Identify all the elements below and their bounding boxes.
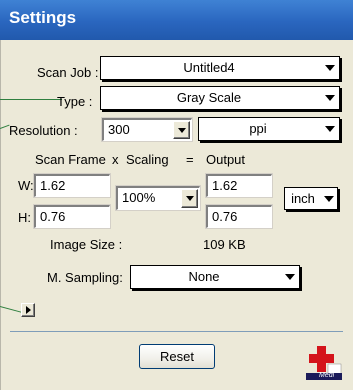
- resolution-unit-value: ppi: [249, 121, 267, 136]
- output-width-value: 1.62: [212, 178, 238, 193]
- frame-width-value: 1.62: [40, 178, 66, 193]
- scan-frame-header: Scan Frame: [35, 152, 106, 167]
- resolution-label: Resolution :: [9, 123, 78, 138]
- resolution-combo[interactable]: 300: [101, 117, 193, 142]
- resolution-value: 300: [108, 122, 130, 137]
- chevron-down-icon: [324, 196, 334, 202]
- times-sign: x: [112, 152, 119, 167]
- output-height-value: 0.76: [212, 209, 238, 224]
- image-size-value: 109 KB: [203, 237, 246, 252]
- output-width-input[interactable]: 1.62: [205, 173, 273, 198]
- logo-text: Medi: [319, 372, 335, 379]
- type-dropdown[interactable]: Gray Scale: [100, 86, 340, 110]
- chevron-down-icon: [285, 274, 295, 280]
- image-size-label: Image Size :: [50, 237, 123, 252]
- chevron-down-icon: [178, 128, 186, 133]
- scan-job-label: Scan Job :: [37, 65, 99, 80]
- leader-line-type: [0, 99, 62, 100]
- type-value: Gray Scale: [176, 90, 242, 105]
- equals-sign: =: [186, 152, 194, 167]
- reset-label: Reset: [160, 349, 194, 364]
- scaling-value: 100%: [122, 190, 156, 205]
- title-bar: Settings: [0, 0, 353, 40]
- play-icon: [26, 306, 31, 314]
- panel-title: Settings: [9, 8, 77, 27]
- settings-panel: Settings Scan Job : Untitled4 Type : Gra…: [0, 0, 353, 390]
- output-height-input[interactable]: 0.76: [205, 204, 273, 229]
- frame-height-input[interactable]: 0.76: [33, 204, 111, 229]
- chevron-down-icon: [325, 95, 335, 101]
- scan-job-value: Untitled4: [183, 60, 235, 75]
- chevron-down-icon: [325, 65, 335, 71]
- expand-button[interactable]: [21, 303, 35, 317]
- medi-logo: Medi: [306, 344, 342, 380]
- output-unit-value: inch: [291, 191, 315, 206]
- width-label: W:: [18, 178, 34, 193]
- m-sampling-dropdown[interactable]: None: [130, 265, 300, 289]
- resolution-dropdown-button[interactable]: [173, 121, 190, 139]
- reset-button[interactable]: Reset: [139, 344, 215, 369]
- frame-height-value: 0.76: [40, 209, 66, 224]
- output-header: Output: [206, 152, 246, 167]
- frame-width-input[interactable]: 1.62: [33, 173, 111, 198]
- scaling-combo[interactable]: 100%: [115, 185, 201, 211]
- type-label: Type :: [57, 94, 93, 109]
- chevron-down-icon: [325, 126, 335, 132]
- separator: [10, 331, 343, 332]
- output-unit-dropdown[interactable]: inch: [284, 187, 338, 210]
- chevron-down-icon: [186, 196, 194, 201]
- resolution-unit-dropdown[interactable]: ppi: [198, 117, 340, 141]
- height-label: H:: [18, 210, 31, 225]
- scaling-header: Scaling: [126, 152, 169, 167]
- m-sampling-label: M. Sampling:: [47, 270, 123, 285]
- scaling-dropdown-button[interactable]: [181, 189, 198, 208]
- m-sampling-value: None: [188, 269, 220, 284]
- scan-job-dropdown[interactable]: Untitled4: [100, 56, 340, 80]
